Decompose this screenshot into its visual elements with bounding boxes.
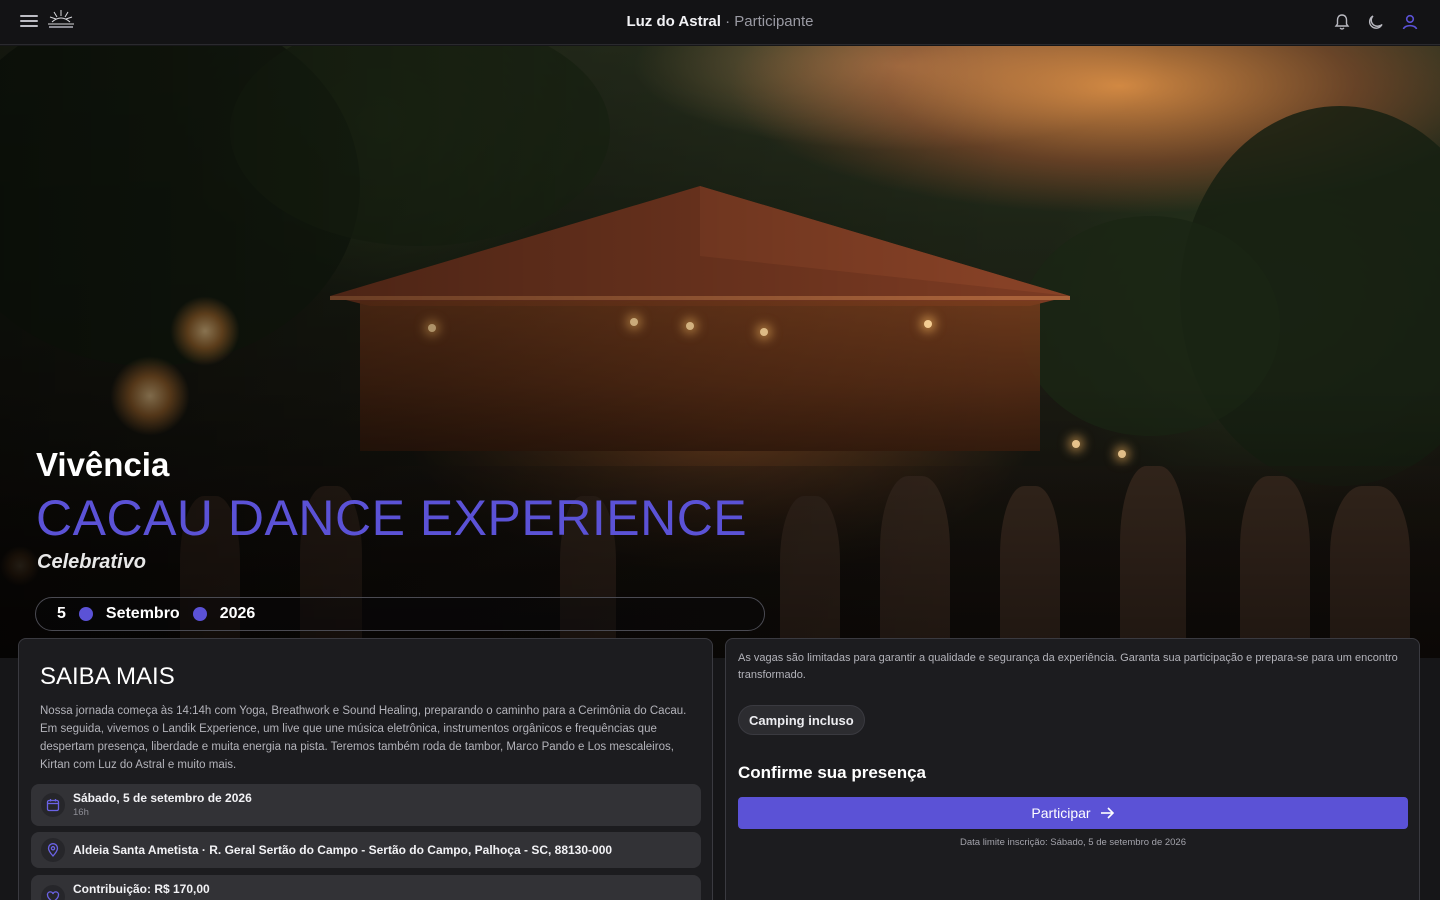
logo[interactable] [44,8,78,32]
date-dot [192,607,207,621]
date-info-row: Sábado, 5 de setembro de 2026 16h [31,784,701,826]
event-category: Vivência [36,446,170,483]
event-description: Nossa jornada começa às 14:14h com Yoga,… [40,705,687,771]
about-card: SAIBA MAIS Nossa jornada começa às 14:14… [18,638,713,900]
app-name: Luz do Astral [626,13,721,30]
event-title: CACAU DANCE EXPERIENCE [36,490,748,546]
map-pin-icon [41,838,65,862]
top-bar: Luz do Astral · Participante [0,0,1440,45]
participate-label: Participar [1031,805,1091,821]
event-time: 16h [73,807,89,818]
heart-icon [41,885,65,900]
event-contribution: Contribuição: R$ 170,00 [73,882,210,896]
event-date: Sábado, 5 de setembro de 2026 [73,791,252,805]
role-label: Participante [734,13,814,30]
location-info-row[interactable]: Aldeia Santa Ametista · R. Geral Sertão … [31,832,701,868]
booking-card: As vagas são limitadas para garantir a q… [725,638,1420,900]
arrow-right-icon [1100,807,1114,819]
hero-overlay [0,46,1440,658]
menu-icon[interactable] [18,12,40,32]
moon-icon[interactable] [1366,12,1386,32]
about-heading: SAIBA MAIS [40,663,175,690]
date-day: 5 [57,605,66,622]
camping-badge: Camping incluso [738,705,865,735]
event-location: Aldeia Santa Ametista · R. Geral Sertão … [73,843,613,857]
app-title: Luz do Astral · Participante [0,13,1440,30]
title-separator: · [725,13,731,30]
bell-icon[interactable] [1332,12,1352,32]
hero-banner: Vivência CACAU DANCE EXPERIENCE Celebrat… [0,46,1440,658]
participate-button[interactable]: Participar [738,797,1408,829]
user-icon[interactable] [1400,12,1420,32]
calendar-icon [41,793,65,817]
date-year: 2026 [219,605,256,622]
contribution-info-row: Contribuição: R$ 170,00 [31,875,701,900]
date-month: Setembro [105,605,180,622]
event-subtitle: Celebrativo [37,551,146,573]
registration-deadline: Data limite inscrição: Sábado, 5 de sete… [959,837,1187,848]
date-dot [78,607,93,621]
confirm-heading: Confirme sua presença [738,763,927,782]
date-pill: 5 Setembro 2026 [35,597,765,631]
booking-notice: As vagas são limitadas para garantir a q… [738,652,1398,681]
